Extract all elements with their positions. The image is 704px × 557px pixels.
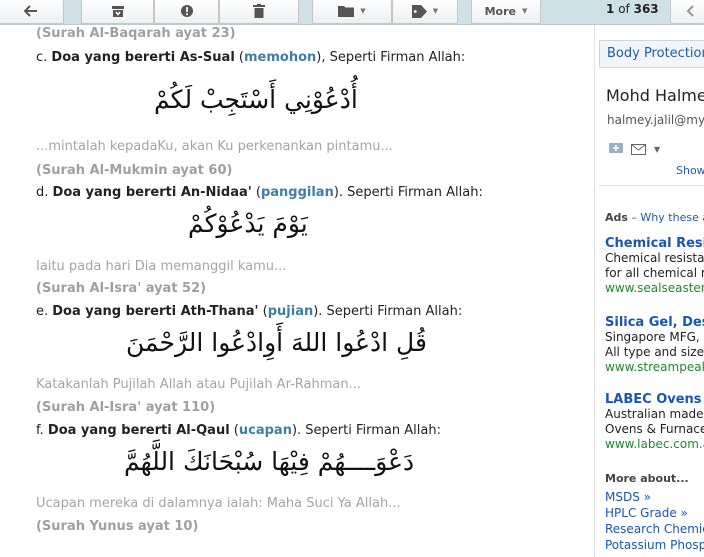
ad-url[interactable]: www.sealseaster <box>605 281 704 296</box>
chevron-left-icon <box>686 5 694 17</box>
ad-item[interactable]: LABEC Ovens Australian made Ovens & Furn… <box>605 392 704 452</box>
ad-description: Australian made <box>605 407 704 421</box>
item-suffix: ), Seperti Firman Allah: <box>316 50 466 65</box>
pager-of: of <box>618 2 630 16</box>
related-link[interactable]: Potassium Phosp <box>605 537 704 553</box>
ads-header: Ads – Why these ac <box>605 211 704 224</box>
divider <box>599 185 704 186</box>
pager-total: 363 <box>633 2 659 16</box>
ad-url[interactable]: www.streampeak <box>605 360 704 375</box>
why-these-ads-link[interactable]: – Why these ac <box>628 211 704 224</box>
item-title: Doa yang bererti An-Nidaa' <box>52 185 252 200</box>
item-prefix: c. <box>36 50 52 65</box>
chevron-down-icon[interactable]: ▼ <box>654 145 660 154</box>
arabic-verse: أُدْعُوْنِي أَسْتَجِبْ لَكُمْ <box>154 85 358 114</box>
more-about-heading: More about... <box>605 472 689 485</box>
chevron-down-icon: ▼ <box>522 7 528 15</box>
arabic-verse: دَعْوَــــهُمْ فِيْهَا سُبْحَانَكَ اللَّ… <box>124 447 415 476</box>
chevron-down-icon: ▼ <box>432 7 439 15</box>
folder-icon <box>338 5 355 17</box>
doa-item-e: e. Doa yang bererti Ath-Thana' (pujian).… <box>36 304 462 319</box>
arabic-verse: قُلِ ادْعُوا اللهَ أَوِادْعُوا الرَّحْمَ… <box>126 328 427 357</box>
ad-item[interactable]: Silica Gel, Des Singapore MFG, All type … <box>605 315 704 375</box>
ad-item[interactable]: Chemical Resi Chemical resistar for all … <box>605 236 704 296</box>
ad-description: Chemical resistar <box>605 251 704 265</box>
surah-reference: (Surah Al-Mukmin ayat 60) <box>36 163 233 178</box>
paren: ( <box>258 304 268 319</box>
more-button[interactable]: More ▼ <box>471 0 541 24</box>
email-icon[interactable] <box>631 140 646 159</box>
item-title: Doa yang bererti Ath-Thana' <box>52 304 259 319</box>
trash-icon <box>253 4 265 18</box>
item-suffix: ). Seperti Firman Allah: <box>291 423 441 438</box>
contact-actions: ▼ <box>609 140 660 159</box>
labels-button[interactable]: ▼ <box>392 0 458 24</box>
paren: ( <box>251 185 261 200</box>
related-link[interactable]: HPLC Grade » <box>605 505 704 521</box>
pager-current: 1 <box>606 2 615 16</box>
item-prefix: e. <box>36 304 53 319</box>
paren: ( <box>234 50 244 65</box>
ad-title[interactable]: Silica Gel, Des <box>605 315 704 330</box>
ad-description: Ovens & Furnace <box>605 422 704 436</box>
related-links: MSDS » HPLC Grade » Research Chemic Pota… <box>605 489 704 553</box>
chevron-down-icon: ▼ <box>360 7 366 15</box>
verse-translation: Iaitu pada hari Dia memanggil kamu... <box>36 259 287 274</box>
toolbar: ▼ ▼ More ▼ 1 of 363 <box>0 0 704 25</box>
archive-button[interactable] <box>81 0 154 24</box>
contact-name[interactable]: Mohd Halmey <box>606 86 704 105</box>
pager-count: 1 of 363 <box>606 2 659 16</box>
item-keyword: memohon <box>244 50 317 65</box>
newer-button[interactable] <box>670 0 704 24</box>
back-arrow-icon <box>24 5 38 17</box>
doa-item-c: c. Doa yang bererti As-Sual (memohon), S… <box>36 50 465 65</box>
ads-label: Ads <box>605 211 628 224</box>
right-sidebar: Body Protection Mohd Halmey halmey.jalil… <box>594 25 704 557</box>
ad-description: for all chemical re <box>605 266 704 280</box>
contact-email: halmey.jalil@my. <box>607 113 704 127</box>
item-prefix: f. <box>36 423 48 438</box>
doa-item-d: d. Doa yang bererti An-Nidaa' (panggilan… <box>36 185 483 200</box>
arabic-verse: يَوْمَ يَدْعُوْكُمْ <box>188 209 308 238</box>
item-keyword: pujian <box>267 304 314 319</box>
item-suffix: ). Seperti Firman Allah: <box>313 304 463 319</box>
surah-reference: (Surah Al-Isra' ayat 52) <box>36 281 207 296</box>
back-button[interactable] <box>0 0 64 24</box>
verse-translation: Ucapan mereka di dalamnya ialah: Maha Su… <box>36 496 401 511</box>
archive-icon <box>111 5 125 18</box>
surah-reference: (Surah Yunus ayat 10) <box>36 519 199 534</box>
item-title: Doa yang bererti As-Sual <box>51 50 235 65</box>
report-spam-icon <box>180 4 194 18</box>
item-keyword: panggilan <box>260 185 334 200</box>
more-label: More <box>484 4 516 18</box>
surah-reference: (Surah Al-Isra' ayat 110) <box>36 400 216 415</box>
ad-description: All type and sizes <box>605 345 704 359</box>
paren: ( <box>229 423 239 438</box>
add-to-circles-icon[interactable] <box>609 140 623 159</box>
surah-reference: (Surah Al-Baqarah ayat 23) <box>36 26 236 41</box>
related-link[interactable]: Research Chemic <box>605 521 704 537</box>
item-suffix: ). Seperti Firman Allah: <box>333 185 483 200</box>
related-link[interactable]: MSDS » <box>605 489 704 505</box>
verse-translation: ...mintalah kepadaKu, akan Ku perkenanka… <box>36 139 393 154</box>
ad-description: Singapore MFG, <box>605 330 700 344</box>
item-prefix: d. <box>36 185 53 200</box>
show-details-link[interactable]: Show <box>676 164 704 177</box>
item-title: Doa yang bererti Al-Qaul <box>47 423 230 438</box>
report-spam-button[interactable] <box>154 0 219 24</box>
label-tag-icon <box>411 4 427 18</box>
item-keyword: ucapan <box>238 423 292 438</box>
delete-button[interactable] <box>219 0 299 24</box>
label-chip[interactable]: Body Protection <box>599 40 704 68</box>
message-body: (Surah Al-Baqarah ayat 23) c. Doa yang b… <box>0 25 594 557</box>
verse-translation: Katakanlah Pujilah Allah atau Pujilah Ar… <box>36 377 361 392</box>
ad-title[interactable]: LABEC Ovens <box>605 392 704 407</box>
doa-item-f: f. Doa yang bererti Al-Qaul (ucapan). Se… <box>36 423 441 438</box>
ad-url[interactable]: www.labec.com.a <box>605 437 704 452</box>
move-to-button[interactable]: ▼ <box>312 0 392 24</box>
ad-title[interactable]: Chemical Resi <box>605 236 704 251</box>
